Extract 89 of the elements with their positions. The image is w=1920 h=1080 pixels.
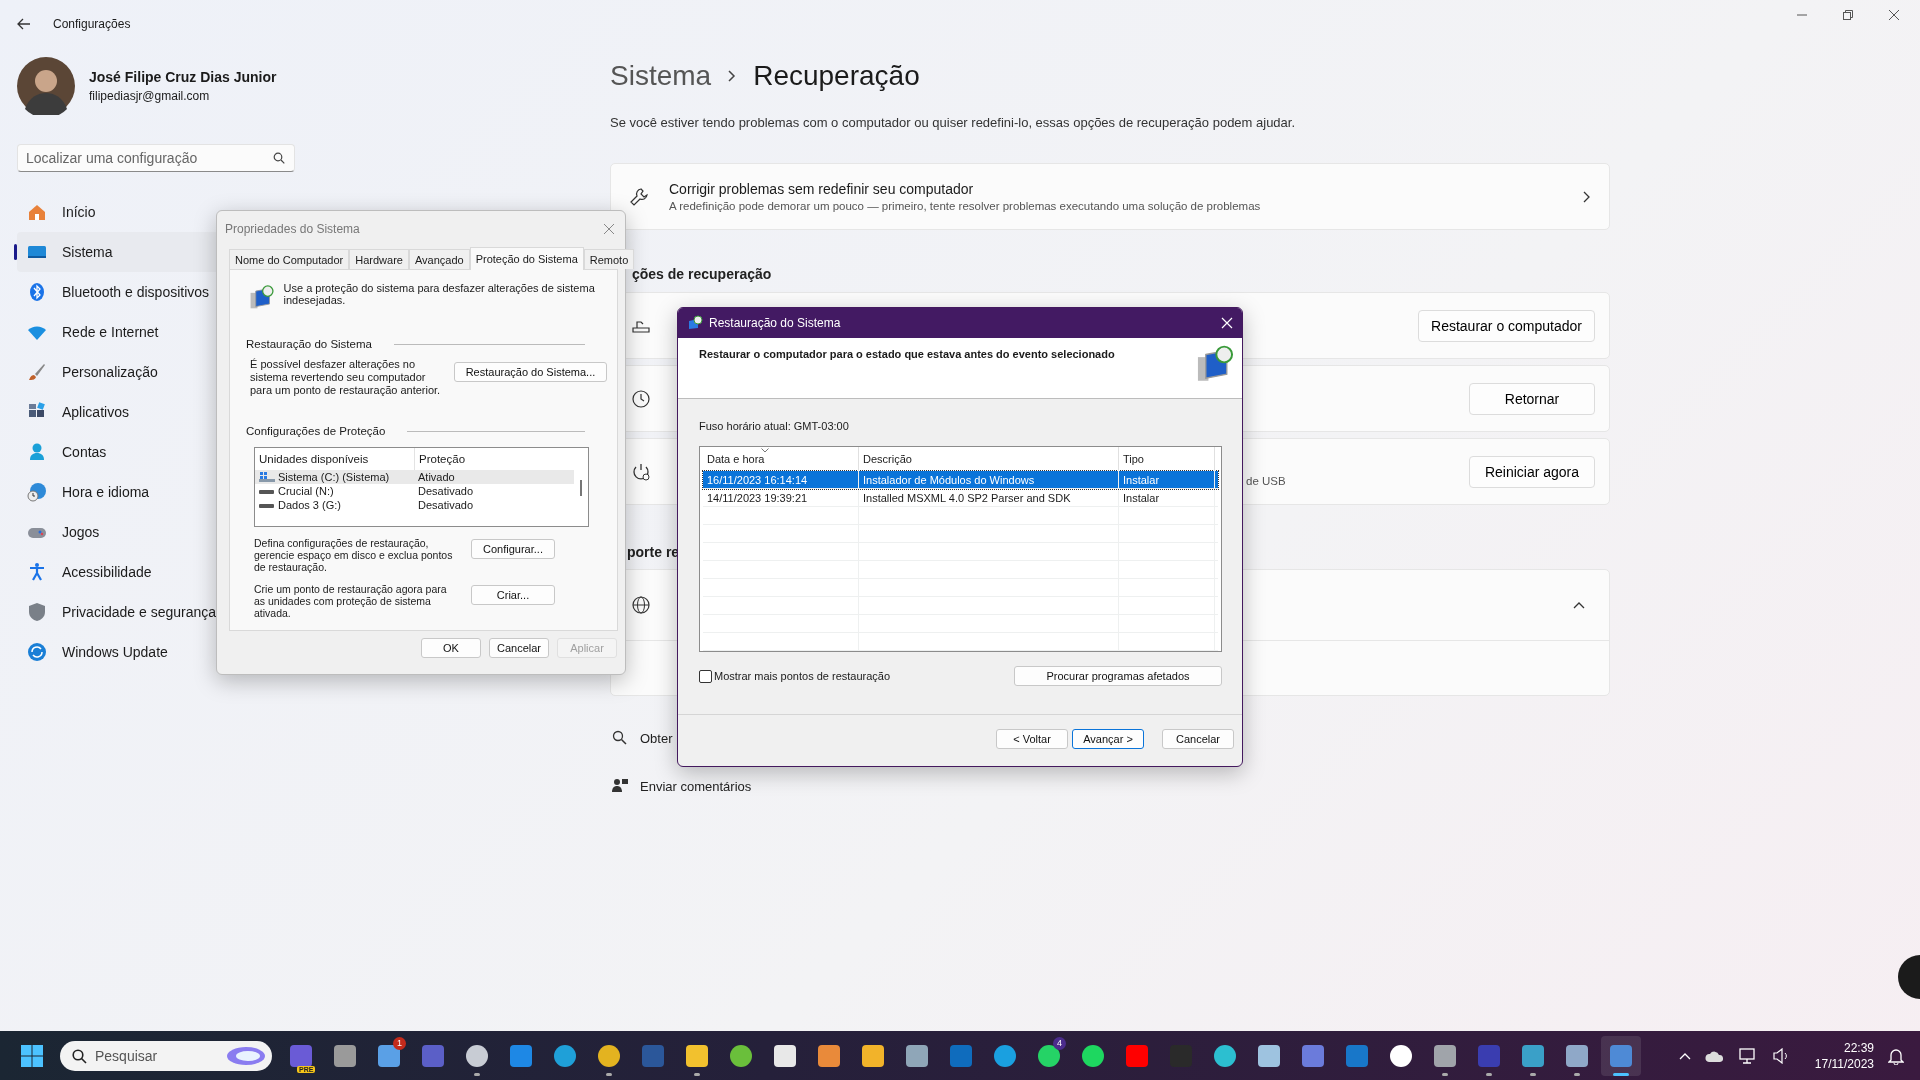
system-restore-button[interactable]: Restauração do Sistema... xyxy=(453,362,607,382)
wrench-icon xyxy=(629,186,649,207)
tab[interactable]: Avançado xyxy=(408,249,470,269)
search-field[interactable]: Localizar uma configuração xyxy=(17,144,295,172)
windows-drive-icon xyxy=(259,471,275,483)
power-gear-icon xyxy=(631,461,651,482)
close-icon[interactable] xyxy=(1888,9,1900,21)
taskbar-app[interactable] xyxy=(1601,1035,1641,1076)
tab[interactable]: Hardware xyxy=(349,249,409,269)
group-heading: Restauração do Sistema xyxy=(246,338,372,350)
search-icon[interactable] xyxy=(273,152,285,164)
option-button[interactable]: Retornar xyxy=(1469,382,1595,415)
group-heading: Configurações de Proteção xyxy=(246,425,386,437)
drive-name: Crucial (N:) xyxy=(278,485,334,497)
protection-status: Ativado xyxy=(417,471,455,483)
action-description: Defina configurações de restauração, gerencie espaço em disco e exclua pontos de restauração. xyxy=(254,537,454,573)
section-heading: ções de recuperação xyxy=(632,266,773,282)
clock[interactable]: 22:39 17/11/2023 xyxy=(1814,1039,1874,1072)
option-button[interactable]: Restaurar o computador xyxy=(1418,309,1595,342)
wizard-button[interactable]: Cancelar xyxy=(1162,729,1234,749)
card-title: Corrigir problemas sem redefinir seu computador xyxy=(669,181,975,197)
swirl-icon xyxy=(226,1045,266,1066)
user-name: José Filipe Cruz Dias Junior xyxy=(89,69,277,85)
scan-programs-button[interactable]: Procurar programas afetados xyxy=(1014,666,1222,686)
dialog-button[interactable]: OK xyxy=(421,638,481,658)
nav-item[interactable]: Windows Update xyxy=(17,632,297,672)
start-icon[interactable] xyxy=(21,1044,43,1067)
dialog-title: Restauração do Sistema xyxy=(709,316,842,330)
page-description: Se você estiver tendo problemas com o computador ou quiser redefini-lo, essas opções de recuperação podem ajudar. xyxy=(610,115,1297,130)
action-button[interactable]: Criar... xyxy=(471,585,555,605)
restore-point-row[interactable]: 14/11/2023 19:39:21 Installed MSXML 4.0 SP2 Parser and SDK Instalar xyxy=(703,489,1218,507)
home-icon xyxy=(27,202,47,222)
chevron-right-icon xyxy=(1583,190,1591,203)
troubleshoot-card[interactable]: Corrigir problemas sem redefinir seu computador A redefinição pode demorar um pouco — primeiro, tente resolver problemas executando uma solução de problemas xyxy=(610,163,1610,230)
option-button[interactable]: Reiniciar agora xyxy=(1469,455,1595,488)
timezone-label: Fuso horário atual: GMT-03:00 xyxy=(699,420,850,432)
avatar xyxy=(17,57,75,115)
tab[interactable]: Nome do Computador xyxy=(229,249,350,269)
column-header[interactable]: Proteção xyxy=(415,453,466,465)
taskbar-app[interactable]: 1 xyxy=(369,1035,409,1076)
help-link[interactable]: Obter xyxy=(640,730,673,746)
help-link[interactable]: Enviar comentários xyxy=(640,778,752,794)
taskbar-search-field[interactable]: Pesquisar xyxy=(60,1040,272,1071)
protection-status: Desativado xyxy=(417,499,474,511)
update-icon xyxy=(27,642,47,662)
chevron-right-icon xyxy=(727,69,738,83)
search-icon xyxy=(72,1048,87,1064)
chevron-up-icon[interactable] xyxy=(1573,601,1585,609)
window-title: Configurações xyxy=(53,17,131,31)
restore-description: É possível desfazer alterações no sistema revertendo seu computador para um ponto de restauração anterior. xyxy=(250,358,442,397)
wizard-button[interactable]: < Voltar xyxy=(996,729,1068,749)
notification-badge: 1 xyxy=(393,1036,406,1050)
action-button[interactable]: Configurar... xyxy=(471,539,555,559)
card-subtitle: A redefinição pode demorar um pouco — primeiro, tente resolver problemas executando uma solução de problemas xyxy=(669,200,1262,212)
bell-icon[interactable] xyxy=(1888,1046,1904,1065)
time-icon xyxy=(27,482,47,502)
protection-status: Desativado xyxy=(417,485,474,497)
restore-point-row[interactable]: 16/11/2023 16:14:14 Instalador de Módulos do Windows Instalar xyxy=(703,471,1218,489)
taskbar-app[interactable]: 4 xyxy=(1029,1035,1069,1076)
user-email: filipediasjr@gmail.com xyxy=(89,89,211,103)
restore-icon xyxy=(687,315,703,331)
dialog-button[interactable]: Cancelar xyxy=(489,638,549,658)
dialog-heading: Restaurar o computador para o estado que estava antes do evento selecionado xyxy=(699,348,1115,362)
accounts-icon xyxy=(27,442,47,462)
bluetooth-icon xyxy=(27,282,47,302)
history-icon xyxy=(631,388,651,409)
drive-row[interactable]: Dados 3 (G:) Desativado xyxy=(255,498,574,512)
show-more-checkbox[interactable]: Mostrar mais pontos de restauração xyxy=(699,669,891,683)
help-search-icon xyxy=(612,730,628,746)
wizard-button[interactable]: Avançar > xyxy=(1072,729,1144,749)
drive-row[interactable]: Crucial (N:) Desativado xyxy=(255,484,574,498)
globe-icon xyxy=(631,595,651,615)
tab[interactable]: Proteção do Sistema xyxy=(469,247,584,270)
action-description: Crie um ponto de restauração agora para as unidades com proteção de sistema ativada. xyxy=(254,583,448,619)
intro-text: Use a proteção do sistema para desfazer alterações de sistema indesejadas. xyxy=(283,282,596,306)
breadcrumb-parent[interactable]: Sistema xyxy=(610,60,712,92)
page-title: Recuperação xyxy=(753,60,920,92)
back-icon[interactable] xyxy=(17,18,31,30)
notification-badge: 4 xyxy=(1053,1036,1066,1050)
restore-icon[interactable] xyxy=(1842,9,1854,21)
option-subtitle: de USB xyxy=(1246,474,1286,487)
drive-name: Dados 3 (G:) xyxy=(278,499,341,511)
brush-icon xyxy=(27,362,47,382)
accessibility-icon xyxy=(27,562,47,582)
feedback-icon xyxy=(612,778,628,794)
privacy-icon xyxy=(27,602,47,622)
drive-name: Sistema (C:) (Sistema) xyxy=(278,471,390,483)
tab[interactable]: Remoto xyxy=(583,249,635,269)
drive-row[interactable]: Sistema (C:) (Sistema) Ativado xyxy=(255,470,574,484)
